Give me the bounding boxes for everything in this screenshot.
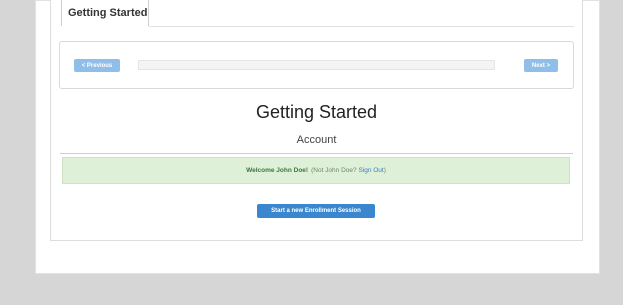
next-button[interactable]: Next > xyxy=(524,59,558,72)
not-user-text: (Not John Doe? xyxy=(311,167,357,174)
section-subtitle: Account xyxy=(296,134,337,146)
subtitle-divider xyxy=(60,153,573,154)
welcome-text: Welcome John Doe! xyxy=(246,167,309,174)
welcome-alert: Welcome John Doe! (Not John Doe? Sign Ou… xyxy=(62,157,570,184)
sign-out-link[interactable]: Sign Out xyxy=(358,167,383,174)
previous-button[interactable]: < Previous xyxy=(74,59,120,72)
tab-getting-started[interactable]: Getting Started xyxy=(61,0,149,26)
tab-divider xyxy=(149,26,574,27)
tab-label: Getting Started xyxy=(68,7,148,19)
start-enrollment-button[interactable]: Start a new Enrollment Session xyxy=(257,204,375,218)
progress-bar xyxy=(138,60,495,70)
close-paren: ) xyxy=(383,167,386,174)
page-title: Getting Started xyxy=(255,102,378,122)
